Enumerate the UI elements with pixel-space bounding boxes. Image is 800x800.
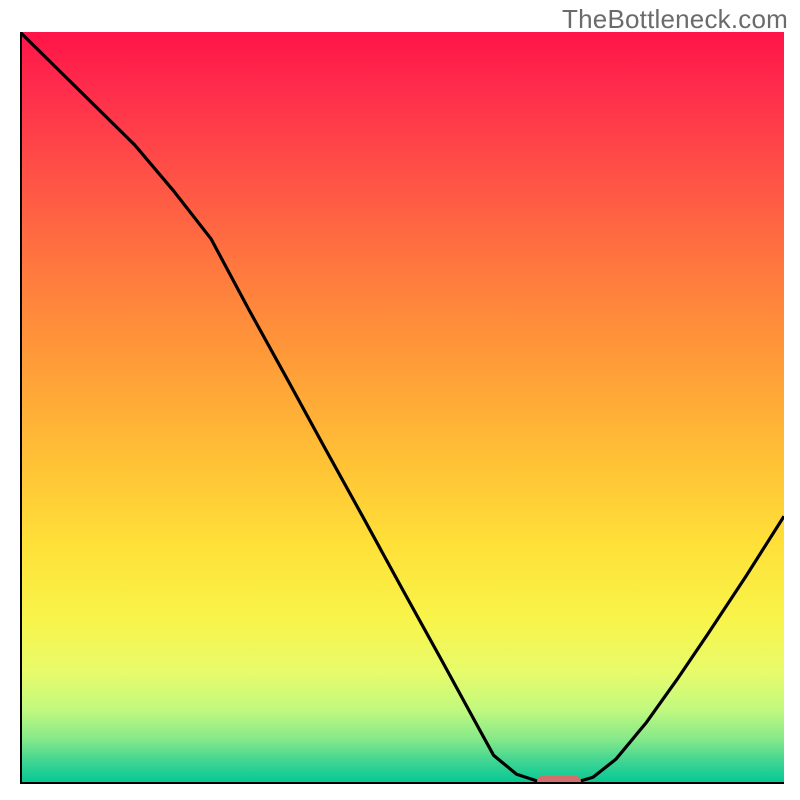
plot-area — [20, 32, 784, 784]
watermark-text: TheBottleneck.com — [562, 4, 788, 35]
bottleneck-chart: TheBottleneck.com — [0, 0, 800, 800]
chart-svg — [20, 32, 784, 784]
bottleneck-curve-line — [20, 32, 784, 784]
